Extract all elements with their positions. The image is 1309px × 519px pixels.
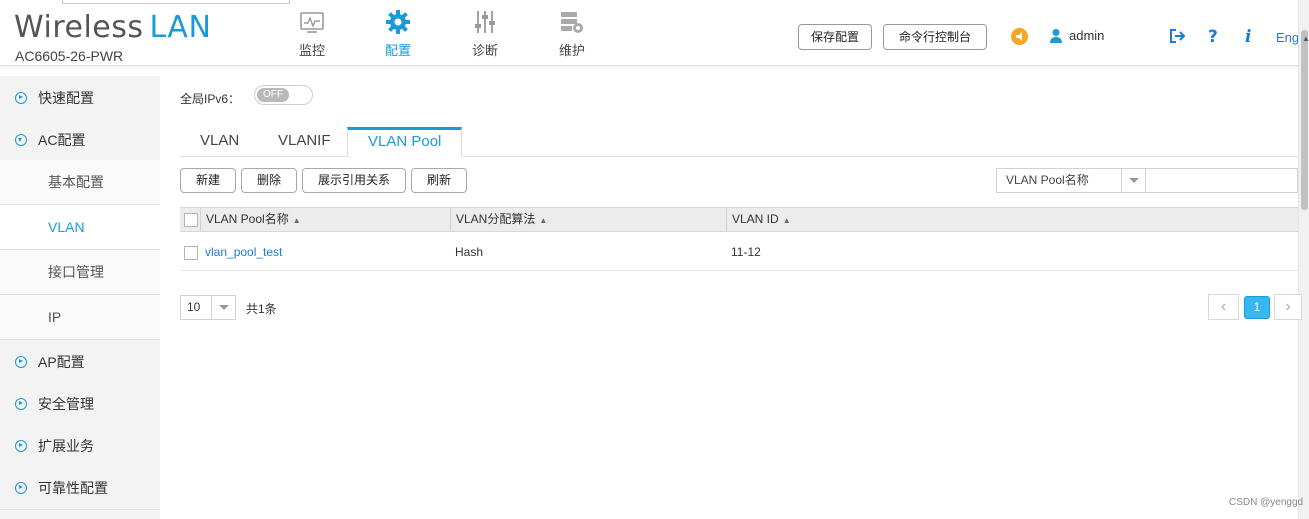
sidebar-item-label: 可靠性配置 bbox=[38, 479, 108, 496]
nav-label-diagnose: 诊断 bbox=[471, 43, 498, 58]
page-size-select[interactable]: 10 bbox=[180, 295, 236, 320]
sidebar-item-ac-config[interactable]: AC配置 bbox=[0, 118, 160, 162]
sidebar-item-security[interactable]: 安全管理 bbox=[0, 382, 160, 426]
sort-asc-icon: ▲ bbox=[782, 216, 791, 225]
nav-diagnose[interactable]: 诊断 bbox=[455, 8, 515, 59]
gear-icon bbox=[386, 10, 410, 34]
prev-page-button[interactable]: ‹ bbox=[1208, 294, 1239, 320]
tab-vlanif[interactable]: VLANIF bbox=[258, 127, 351, 157]
sidebar-item-interface[interactable]: 接口管理 bbox=[0, 250, 160, 295]
column-header-pool-name[interactable]: VLAN Pool名称 ▲ bbox=[200, 208, 301, 231]
expand-icon bbox=[15, 397, 27, 410]
top-strip bbox=[62, 0, 290, 4]
vlan-id-cell: 11-12 bbox=[731, 245, 761, 259]
brand-logo: Wireless LAN bbox=[14, 10, 211, 45]
brand-accent: LAN bbox=[149, 10, 212, 45]
sidebar-item-reliability[interactable]: 可靠性配置 bbox=[0, 466, 160, 510]
collapse-icon bbox=[15, 133, 27, 146]
refresh-button[interactable]: 刷新 bbox=[411, 168, 467, 193]
column-header-algorithm[interactable]: VLAN分配算法 ▲ bbox=[450, 208, 547, 231]
nav-label-config: 配置 bbox=[384, 43, 411, 58]
watermark: CSDN @yenggd bbox=[1229, 497, 1304, 508]
sidebar-item-extended[interactable]: 扩展业务 bbox=[0, 424, 160, 468]
table-row[interactable]: vlan_pool_test Hash 11-12 bbox=[180, 233, 1298, 271]
user-name[interactable]: admin bbox=[1069, 28, 1104, 43]
toggle-knob: OFF bbox=[257, 88, 289, 102]
cli-console-button[interactable]: 命令行控制台 bbox=[883, 24, 987, 50]
expand-icon bbox=[15, 355, 27, 368]
svg-text:?: ? bbox=[1208, 27, 1218, 45]
new-button[interactable]: 新建 bbox=[180, 168, 236, 193]
filter-input[interactable] bbox=[1146, 168, 1298, 193]
sliders-icon bbox=[475, 11, 495, 33]
column-label: VLAN分配算法 bbox=[456, 212, 536, 226]
current-page-button[interactable]: 1 bbox=[1244, 296, 1270, 319]
sidebar-item-vlan[interactable]: VLAN bbox=[0, 205, 160, 250]
save-config-button[interactable]: 保存配置 bbox=[798, 24, 873, 50]
sidebar-item-label: 快速配置 bbox=[38, 89, 94, 106]
chevron-down-icon bbox=[1121, 169, 1146, 192]
row-checkbox[interactable] bbox=[184, 246, 198, 260]
info-icon[interactable]: i bbox=[1240, 27, 1258, 45]
page-size-value: 10 bbox=[187, 300, 201, 314]
pool-name-link[interactable]: vlan_pool_test bbox=[205, 233, 282, 271]
select-all-checkbox[interactable] bbox=[184, 213, 198, 227]
scroll-up-arrow[interactable]: ▲ bbox=[1302, 34, 1309, 43]
sidebar-item-label: AP配置 bbox=[38, 353, 85, 370]
nav-config[interactable]: 配置 bbox=[368, 8, 428, 59]
nav-monitor[interactable]: 监控 bbox=[282, 8, 342, 59]
sidebar-item-basic-config[interactable]: 基本配置 bbox=[0, 160, 160, 205]
nav-label-monitor: 监控 bbox=[298, 43, 325, 58]
expand-icon bbox=[15, 439, 27, 452]
expand-icon bbox=[15, 91, 27, 104]
tab-vlan[interactable]: VLAN bbox=[180, 127, 259, 157]
scrollbar-thumb[interactable] bbox=[1301, 30, 1308, 210]
sidebar-item-label: AC配置 bbox=[38, 131, 86, 148]
column-header-vlan-id[interactable]: VLAN ID ▲ bbox=[726, 208, 791, 231]
app-header: Wireless LAN AC6605-26-PWR 监控 配置 诊断 维护 保存… bbox=[0, 0, 1309, 66]
show-refs-button[interactable]: 展示引用关系 bbox=[302, 168, 406, 193]
logout-icon[interactable] bbox=[1168, 27, 1186, 45]
tab-vlan-pool[interactable]: VLAN Pool bbox=[347, 127, 463, 157]
nav-label-maintain: 维护 bbox=[558, 43, 585, 58]
sidebar-item-label: 扩展业务 bbox=[38, 437, 94, 454]
nav-maintain[interactable]: 维护 bbox=[542, 8, 602, 59]
total-count: 共1条 bbox=[246, 302, 277, 316]
column-label: VLAN ID bbox=[732, 212, 779, 226]
user-icon bbox=[1050, 29, 1062, 43]
sidebar-item-ap-config[interactable]: AP配置 bbox=[0, 340, 160, 384]
filter-field-select[interactable]: VLAN Pool名称 bbox=[996, 168, 1146, 193]
monitor-icon bbox=[300, 12, 324, 33]
page-scrollbar[interactable] bbox=[1298, 0, 1309, 519]
column-label: VLAN Pool名称 bbox=[206, 212, 289, 226]
sort-asc-icon: ▲ bbox=[292, 216, 301, 225]
brand-main: Wireless bbox=[14, 10, 144, 45]
sidebar-item-quick-config[interactable]: 快速配置 bbox=[0, 76, 160, 120]
help-icon[interactable]: ? bbox=[1204, 27, 1222, 45]
next-page-button[interactable]: › bbox=[1274, 294, 1302, 320]
svg-text:i: i bbox=[1245, 27, 1251, 45]
sort-asc-icon: ▲ bbox=[539, 216, 548, 225]
notification-icon[interactable] bbox=[1011, 28, 1028, 45]
sidebar-item-ip[interactable]: IP bbox=[0, 295, 160, 340]
filter-field-value: VLAN Pool名称 bbox=[1006, 173, 1089, 187]
device-model: AC6605-26-PWR bbox=[15, 48, 124, 64]
ipv6-toggle[interactable]: OFF bbox=[254, 85, 313, 105]
expand-icon bbox=[15, 481, 27, 494]
server-gear-icon bbox=[561, 12, 583, 33]
chevron-down-icon bbox=[211, 296, 235, 319]
ipv6-label: 全局IPv6： bbox=[180, 92, 241, 106]
table-header: VLAN Pool名称 ▲ VLAN分配算法 ▲ VLAN ID ▲ bbox=[180, 207, 1298, 232]
sidebar: 快速配置 AC配置 基本配置 VLAN 接口管理 IP AP配置 安全管理 扩展… bbox=[0, 76, 160, 519]
delete-button[interactable]: 删除 bbox=[241, 168, 297, 193]
sidebar-item-label: 安全管理 bbox=[38, 395, 94, 412]
algorithm-cell: Hash bbox=[455, 245, 484, 259]
